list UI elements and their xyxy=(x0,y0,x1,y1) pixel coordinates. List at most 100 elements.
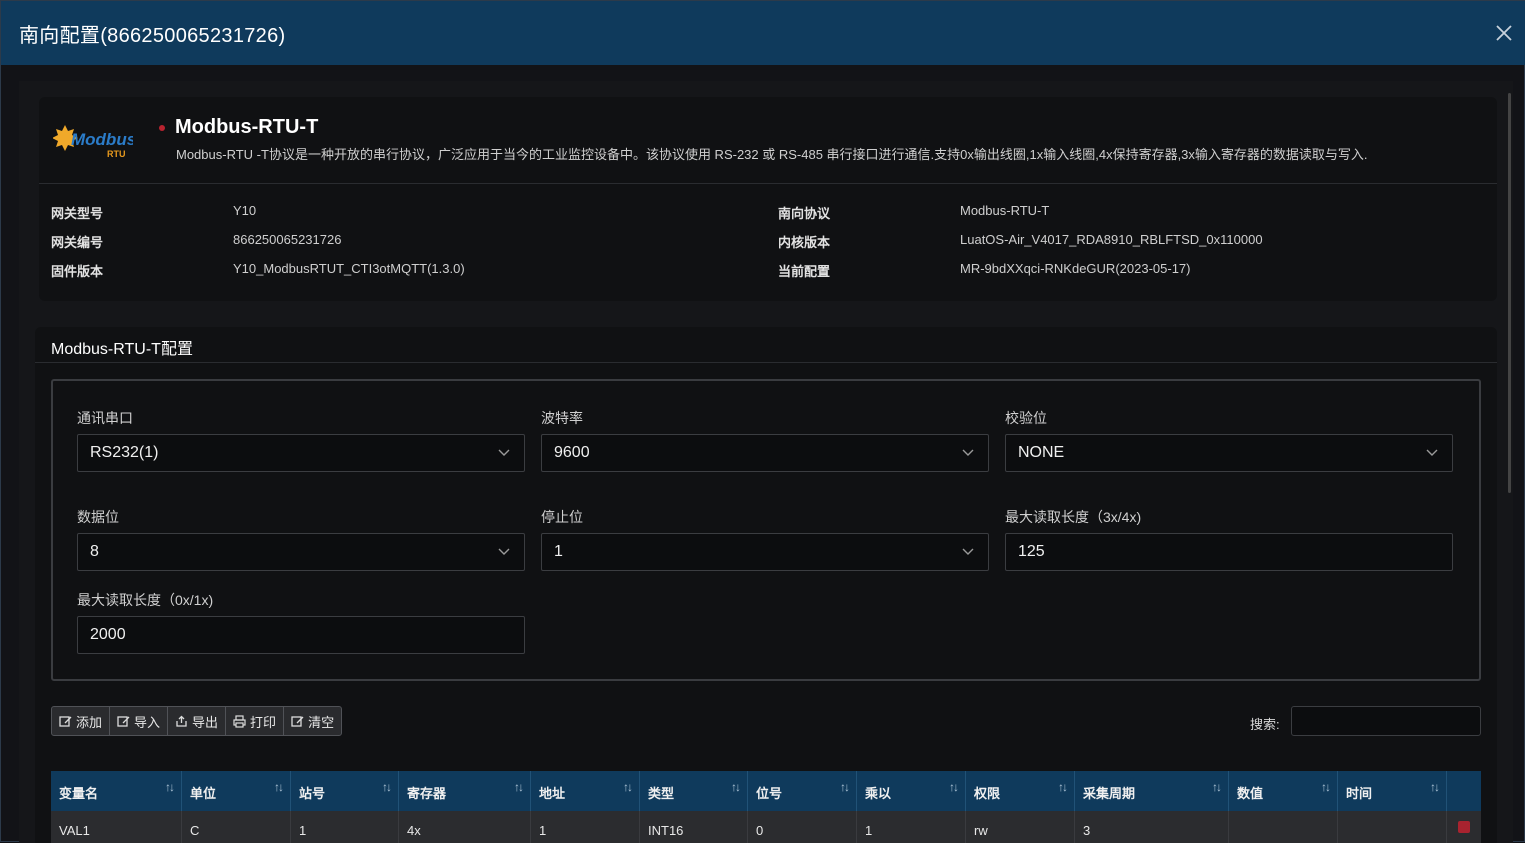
chevron-down-icon xyxy=(498,449,510,456)
table-cell: 0 xyxy=(748,811,857,843)
protocol-info-card: Modbus RTU Modbus-RTU-T Modbus-RTU -T协议是… xyxy=(39,97,1497,301)
vertical-scrollbar[interactable] xyxy=(1508,93,1511,493)
column-header[interactable]: 数值 ↑↓ xyxy=(1229,771,1338,811)
gateway-id-label: 网关编号 xyxy=(51,235,104,250)
gateway-id-value: 866250065231726 xyxy=(233,232,342,247)
maxlen34-value: 125 xyxy=(1018,543,1045,560)
databits-select[interactable]: 8 xyxy=(77,533,525,571)
table-cell: 1 xyxy=(531,811,640,843)
edit-icon xyxy=(291,715,304,727)
table-toolbar: 添加 导入 导出 打印 清空 xyxy=(51,706,343,736)
modal-title: 南向配置(866250065231726) xyxy=(19,24,286,47)
serial-select[interactable]: RS232(1) xyxy=(77,434,525,472)
gateway-id-row: 网关编号 866250065231726 xyxy=(51,232,341,251)
firmware-label: 固件版本 xyxy=(51,264,104,279)
delete-row-button[interactable] xyxy=(1458,821,1470,833)
edit-icon xyxy=(117,715,130,727)
table-header: 变量名 ↑↓ 单位 ↑↓ 站号 ↑↓ 寄存器 ↑↓ 地址 ↑↓ 类型 ↑↓ 位号 ↑↓ 乘以 ↑… xyxy=(51,771,1481,811)
clear-label: 清空 xyxy=(308,714,335,730)
stopbits-select[interactable]: 1 xyxy=(541,533,989,571)
serial-value: RS232(1) xyxy=(90,444,159,461)
maxlen01-input[interactable]: 2000 xyxy=(77,616,525,654)
close-icon[interactable] xyxy=(1492,21,1516,45)
config-card: Modbus-RTU-T配置 通讯串口 RS232(1) 波特率 9600 校验… xyxy=(35,327,1497,843)
table-cell: 1 xyxy=(291,811,399,843)
column-header[interactable]: 地址 ↑↓ xyxy=(531,771,640,811)
table-row[interactable]: VAL1 C 1 4x 1 INT16 0 1 rw 3 xyxy=(51,811,1481,843)
south-protocol-value: Modbus-RTU-T xyxy=(960,203,1050,218)
svg-text:RTU: RTU xyxy=(107,149,126,159)
column-header[interactable]: 权限 ↑↓ xyxy=(966,771,1075,811)
column-header[interactable]: 类型 ↑↓ xyxy=(640,771,748,811)
table-cell: 4x xyxy=(399,811,531,843)
south-protocol-label: 南向协议 xyxy=(778,206,831,221)
protocol-description: Modbus-RTU -T协议是一种开放的串行协议，广泛应用于当今的工业监控设备… xyxy=(176,147,1368,162)
column-header[interactable]: 位号 ↑↓ xyxy=(748,771,857,811)
column-header[interactable]: 站号 ↑↓ xyxy=(291,771,399,811)
sort-icon: ↑↓ xyxy=(731,780,741,794)
modal-titlebar: 南向配置(866250065231726) xyxy=(1,1,1525,65)
column-header[interactable]: 采集周期 ↑↓ xyxy=(1075,771,1229,811)
parity-value: NONE xyxy=(1018,444,1065,461)
serial-label: 通讯串口 xyxy=(77,410,133,426)
column-header[interactable]: 乘以 ↑↓ xyxy=(857,771,966,811)
current-config-row: 当前配置 MR-9bdXXqci-RNKdeGUR(2023-05-17) xyxy=(778,261,1190,280)
chevron-down-icon xyxy=(1426,449,1438,456)
table-cell xyxy=(1338,811,1447,843)
share-icon xyxy=(176,715,187,727)
maxlen01-label: 最大读取长度（0x/1x) xyxy=(77,592,214,608)
edit-icon xyxy=(59,715,72,727)
modal-body: Modbus RTU Modbus-RTU-T Modbus-RTU -T协议是… xyxy=(19,81,1513,843)
column-header[interactable]: 寄存器 ↑↓ xyxy=(399,771,531,811)
kernel-row: 内核版本 LuatOS-Air_V4017_RDA8910_RBLFTSD_0x… xyxy=(778,232,1263,251)
add-button[interactable]: 添加 xyxy=(52,707,111,735)
actions-header xyxy=(1447,771,1481,811)
sort-icon: ↑↓ xyxy=(1321,780,1331,794)
config-modal: 南向配置(866250065231726) Modbus RTU Modbus-… xyxy=(0,0,1525,843)
baud-select[interactable]: 9600 xyxy=(541,434,989,472)
bullet-dot xyxy=(159,125,165,131)
clear-button[interactable]: 清空 xyxy=(284,707,341,735)
table-cell: 3 xyxy=(1075,811,1229,843)
firmware-value: Y10_ModbusRTUT_CTI3otMQTT(1.3.0) xyxy=(233,261,465,276)
gateway-model-row: 网关型号 Y10 xyxy=(51,203,256,222)
chevron-down-icon xyxy=(962,449,974,456)
column-header[interactable]: 变量名 ↑↓ xyxy=(51,771,182,811)
table-cell: C xyxy=(182,811,291,843)
export-button[interactable]: 导出 xyxy=(168,707,227,735)
maxlen34-input[interactable]: 125 xyxy=(1005,533,1453,571)
print-button[interactable]: 打印 xyxy=(226,707,285,735)
sort-icon: ↑↓ xyxy=(274,780,284,794)
maxlen01-value: 2000 xyxy=(90,626,126,643)
gateway-model-value: Y10 xyxy=(233,203,257,218)
import-button[interactable]: 导入 xyxy=(110,707,169,735)
table-cell: rw xyxy=(966,811,1075,843)
chevron-down-icon xyxy=(962,548,974,555)
sort-icon: ↑↓ xyxy=(514,780,524,794)
parity-label: 校验位 xyxy=(1005,410,1047,426)
gateway-model-label: 网关型号 xyxy=(51,206,104,221)
sort-icon: ↑↓ xyxy=(1430,780,1440,794)
sort-icon: ↑↓ xyxy=(382,780,392,794)
import-label: 导入 xyxy=(134,714,161,730)
divider xyxy=(39,183,1497,184)
config-header: Modbus-RTU-T配置 xyxy=(51,341,193,358)
stopbits-value: 1 xyxy=(554,543,563,560)
sort-icon: ↑↓ xyxy=(840,780,850,794)
table-cell xyxy=(1229,811,1338,843)
sort-icon: ↑↓ xyxy=(623,780,633,794)
divider xyxy=(35,362,1497,363)
sort-icon: ↑↓ xyxy=(1212,780,1222,794)
table-cell: INT16 xyxy=(640,811,748,843)
databits-value: 8 xyxy=(90,543,99,560)
column-header[interactable]: 时间 ↑↓ xyxy=(1338,771,1447,811)
kernel-value: LuatOS-Air_V4017_RDA8910_RBLFTSD_0x11000… xyxy=(960,232,1263,247)
printer-icon xyxy=(233,714,246,728)
baud-label: 波特率 xyxy=(541,410,583,426)
maxlen34-label: 最大读取长度（3x/4x) xyxy=(1005,509,1142,525)
column-header[interactable]: 单位 ↑↓ xyxy=(182,771,291,811)
parity-select[interactable]: NONE xyxy=(1005,434,1453,472)
search-input[interactable] xyxy=(1291,706,1481,736)
export-label: 导出 xyxy=(192,714,219,730)
baud-value: 9600 xyxy=(554,444,590,461)
